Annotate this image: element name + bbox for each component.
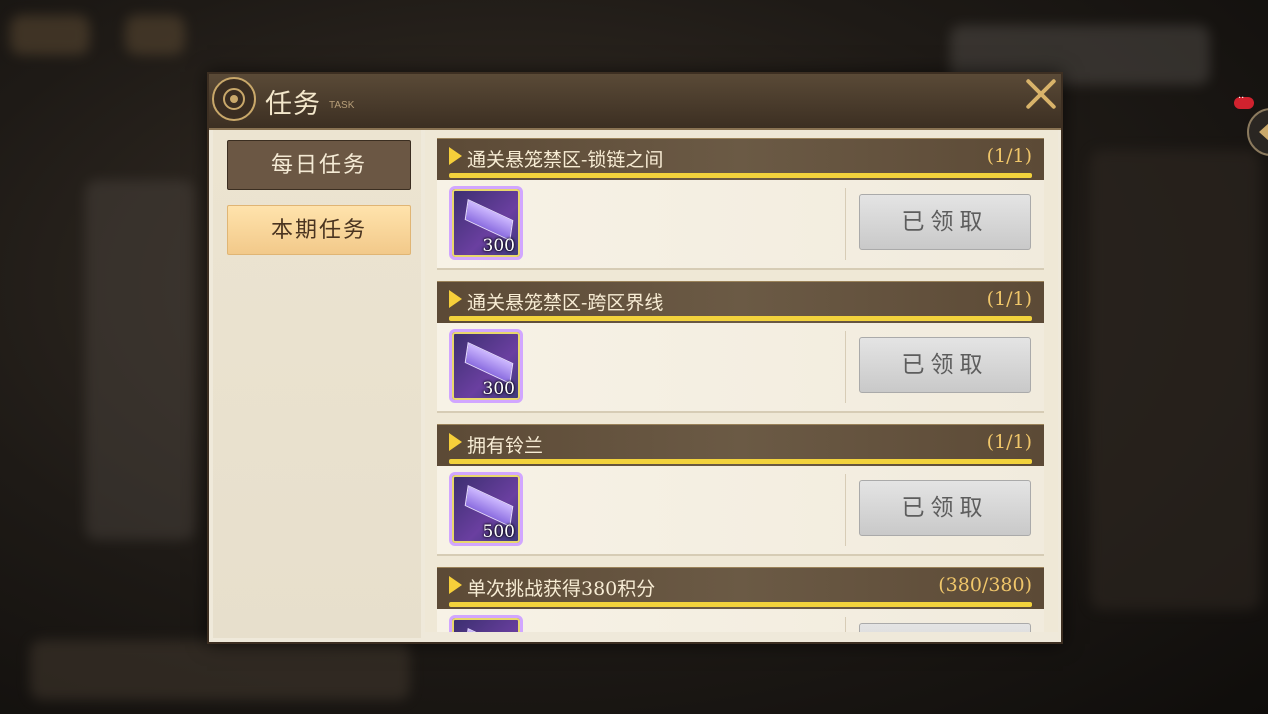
task-card: 通关悬笼禁区-锁链之间 (1/1) 300 已领取 (437, 138, 1044, 270)
play-arrow-icon (449, 290, 462, 308)
play-arrow-icon (449, 147, 462, 165)
task-name: 单次挑战获得380积分 (467, 578, 656, 600)
side-panel-toggle-button[interactable] (1247, 108, 1268, 156)
divider (845, 331, 846, 403)
task-name: 通关悬笼禁区-锁链之间 (467, 149, 664, 171)
play-arrow-icon (449, 576, 462, 594)
task-progress: (1/1) (986, 145, 1032, 167)
claimed-button[interactable]: 已领取 (859, 337, 1031, 393)
dialog-title: 任务 (265, 89, 321, 120)
dialog-header: 任务 TASK (209, 74, 1061, 130)
task-card: 拥有铃兰 (1/1) 500 已领取 (437, 424, 1044, 556)
tab-daily-tasks[interactable]: 每日任务 (227, 140, 411, 190)
background-blur (125, 15, 185, 55)
claimed-button[interactable] (859, 623, 1031, 632)
crystal-icon (464, 628, 514, 632)
divider (845, 617, 846, 632)
notification-badge (1234, 93, 1254, 109)
background-blur (30, 640, 410, 700)
ticket-icon (464, 342, 514, 384)
dialog-subtitle: TASK (329, 100, 355, 111)
task-progress: (380/380) (938, 574, 1032, 596)
reward-count: 300 (482, 379, 515, 399)
tab-period-tasks[interactable]: 本期任务 (227, 205, 411, 255)
task-emblem-icon (212, 77, 256, 121)
reward-item[interactable]: 300 (449, 186, 523, 260)
divider (845, 188, 846, 260)
task-header: 通关悬笼禁区-锁链之间 (1/1) (437, 138, 1044, 181)
task-body: 300 已领取 (437, 323, 1044, 413)
task-header: 通关悬笼禁区-跨区界线 (1/1) (437, 281, 1044, 324)
progress-bar (449, 316, 1032, 321)
reward-count: 500 (482, 522, 515, 542)
task-body: 500 已领取 (437, 466, 1044, 556)
progress-bar (449, 602, 1032, 607)
reward-item[interactable]: 500 (449, 472, 523, 546)
task-card: 通关悬笼禁区-跨区界线 (1/1) 300 已领取 (437, 281, 1044, 413)
task-card: 单次挑战获得380积分 (380/380) (437, 567, 1044, 632)
ticket-icon (464, 199, 514, 241)
reward-item[interactable] (449, 615, 523, 632)
play-arrow-icon (449, 433, 462, 451)
task-progress: (1/1) (986, 431, 1032, 453)
reward-item[interactable]: 300 (449, 329, 523, 403)
progress-bar (449, 173, 1032, 178)
reward-count: 300 (482, 236, 515, 256)
task-name: 通关悬笼禁区-跨区界线 (467, 292, 664, 314)
task-tabs: 每日任务 本期任务 (213, 130, 421, 638)
progress-bar (449, 459, 1032, 464)
task-name: 拥有铃兰 (467, 435, 544, 457)
claimed-button[interactable]: 已领取 (859, 480, 1031, 536)
background-blur (1090, 150, 1260, 610)
task-header: 拥有铃兰 (1/1) (437, 424, 1044, 467)
close-icon[interactable] (1021, 74, 1061, 114)
task-body: 300 已领取 (437, 180, 1044, 270)
task-progress: (1/1) (986, 288, 1032, 310)
background-blur (85, 180, 195, 540)
task-header: 单次挑战获得380积分 (380/380) (437, 567, 1044, 610)
ticket-icon (464, 485, 514, 527)
task-list[interactable]: 通关悬笼禁区-锁链之间 (1/1) 300 已领取 通关悬笼禁区-跨区界线 (1… (425, 130, 1058, 632)
task-body (437, 609, 1044, 632)
background-blur (10, 15, 90, 55)
task-dialog: 任务 TASK 每日任务 本期任务 通关悬笼禁区-锁链之间 (1/1) 300 … (207, 72, 1063, 644)
claimed-button[interactable]: 已领取 (859, 194, 1031, 250)
divider (845, 474, 846, 546)
